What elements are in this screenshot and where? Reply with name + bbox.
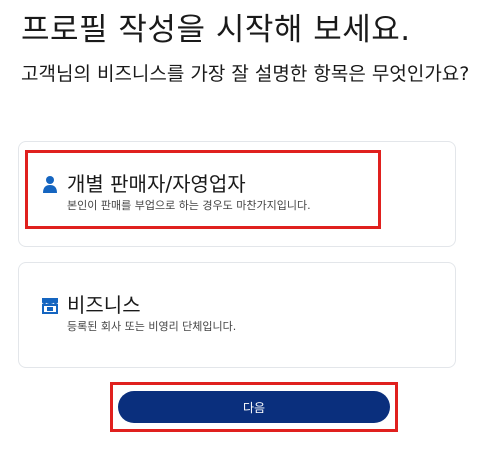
- option-card-business[interactable]: 비즈니스 등록된 회사 또는 비영리 단체입니다.: [18, 262, 456, 368]
- option-title: 개별 판매자/자영업자: [67, 172, 246, 196]
- next-button[interactable]: 다음: [118, 391, 390, 423]
- person-icon: [41, 175, 59, 193]
- page-title: 프로필 작성을 시작해 보세요.: [21, 12, 411, 48]
- option-card-individual-seller[interactable]: 개별 판매자/자영업자 본인이 판매를 부업으로 하는 경우도 마찬가지입니다.: [18, 141, 456, 247]
- option-description: 본인이 판매를 부업으로 하는 경우도 마찬가지입니다.: [67, 199, 311, 212]
- profile-setup-page: 프로필 작성을 시작해 보세요. 고객님의 비즈니스를 가장 잘 설명한 항목은…: [0, 0, 500, 457]
- option-title: 비즈니스: [67, 293, 141, 317]
- storefront-icon: [41, 296, 59, 314]
- option-description: 등록된 회사 또는 비영리 단체입니다.: [67, 320, 237, 333]
- page-subtitle: 고객님의 비즈니스를 가장 잘 설명한 항목은 무엇인가요?: [21, 63, 470, 85]
